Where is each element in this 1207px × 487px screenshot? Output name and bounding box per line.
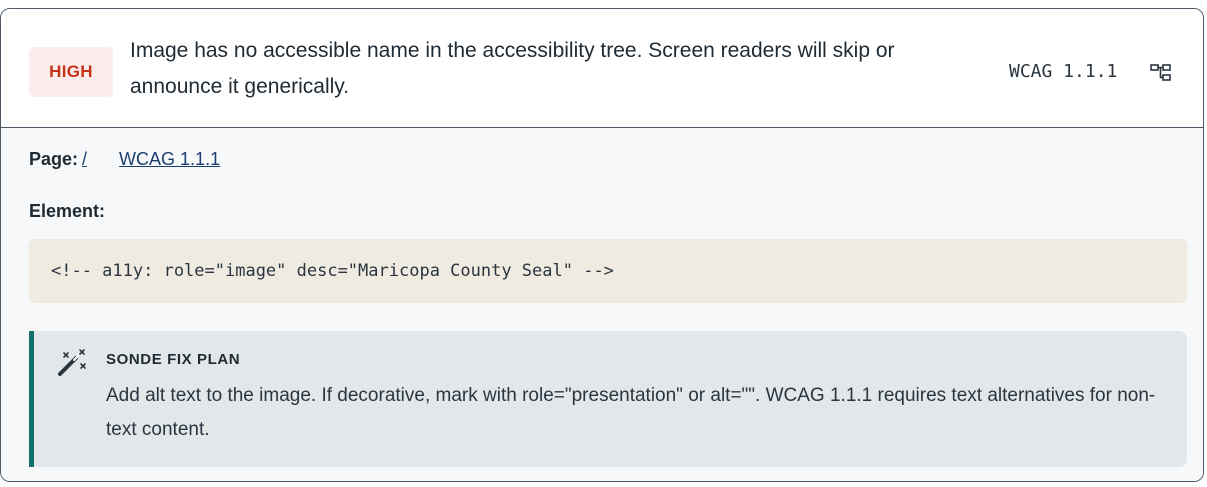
fix-plan-panel: SONDE FIX PLAN Add alt text to the image… [29, 331, 1187, 467]
wcag-link[interactable]: WCAG 1.1.1 [119, 149, 220, 169]
element-label: Element: [29, 201, 106, 221]
issue-details: Page: / WCAG 1.1.1 Element: <!-- a11y: rol… [1, 129, 1203, 481]
element-code-block: <!-- a11y: role="image" desc="Maricopa C… [29, 239, 1187, 303]
page-link[interactable]: / [82, 149, 87, 169]
fix-plan-title: SONDE FIX PLAN [106, 351, 241, 368]
element-code: <!-- a11y: role="image" desc="Maricopa C… [51, 261, 614, 281]
fix-plan-text: Add alt text to the image. If decorative… [106, 385, 1156, 440]
tree-structure-icon[interactable] [1150, 63, 1172, 83]
page-label: Page: [29, 149, 79, 169]
page-row: Page: / WCAG 1.1.1 [29, 149, 220, 170]
wcag-criterion: WCAG 1.1.1 [1009, 61, 1118, 82]
issue-card: HIGH Image has no accessible name in the… [0, 8, 1204, 482]
issue-description: Image has no accessible name in the acce… [130, 39, 895, 98]
magic-wand-icon [58, 349, 86, 376]
severity-badge: HIGH [29, 47, 113, 97]
issue-summary[interactable]: HIGH Image has no accessible name in the… [1, 9, 1203, 128]
